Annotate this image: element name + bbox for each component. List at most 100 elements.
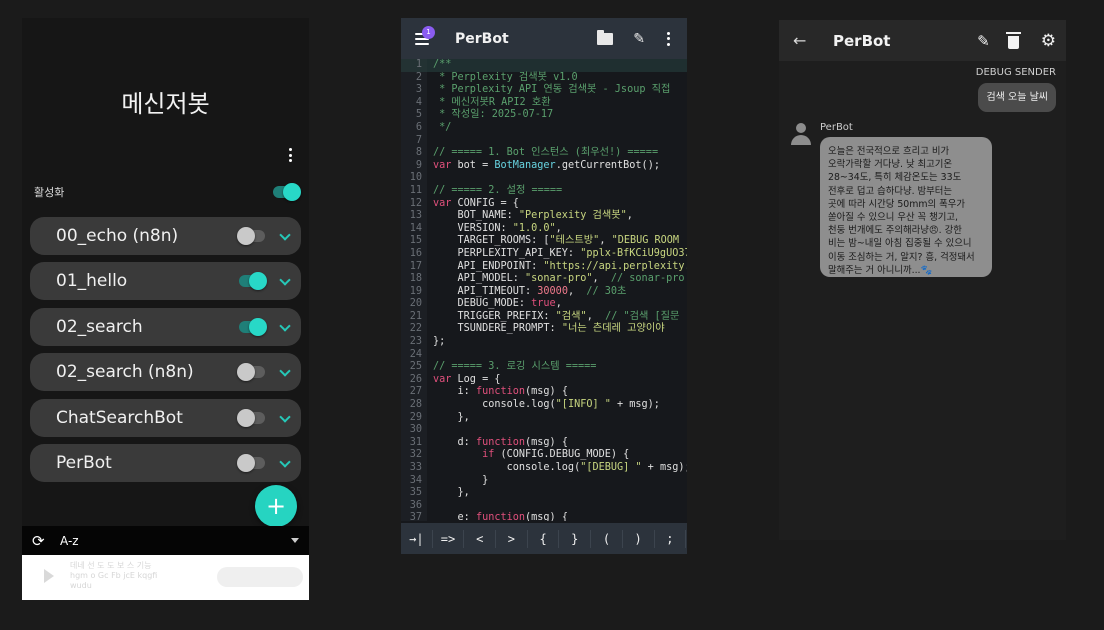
chevron-down-icon[interactable] [279, 366, 291, 378]
code-token: BotManager [494, 159, 556, 171]
bot-item[interactable]: 01_hello [30, 262, 301, 301]
symbol-key[interactable]: => [433, 529, 465, 548]
symbol-key[interactable]: ) [623, 529, 655, 548]
editor-title: PerBot [455, 30, 509, 47]
notification-badge: 1 [422, 25, 435, 39]
editor-more-icon[interactable] [667, 31, 671, 46]
code-text: // ===== 1. Bot 인스턴스 (최우선!) ===== [427, 147, 658, 160]
chat-toolbar: ← PerBot ✎ ⚙ [779, 20, 1066, 61]
bot-item[interactable]: 02_search [30, 307, 301, 346]
code-token: (msg) { [525, 386, 568, 398]
code-line: 10 [401, 172, 687, 185]
bot-item[interactable]: ChatSearchBot [30, 398, 301, 437]
code-token: , [599, 235, 612, 247]
more-options-icon[interactable] [283, 146, 297, 164]
sort-label[interactable]: A-z [60, 534, 291, 548]
code-token: if [482, 449, 495, 461]
bot-name: PerBot [56, 452, 112, 473]
symbol-key[interactable]: { [528, 529, 560, 548]
bot-reply-bubble: 오늘은 전국적으로 흐리고 비가 오락가락할 거다냥. 낮 최고기온 28~34… [820, 137, 992, 277]
chevron-down-icon[interactable] [279, 412, 291, 424]
chevron-down-icon[interactable] [279, 457, 291, 469]
bot-item[interactable]: 02_search (n8n) [30, 353, 301, 392]
code-token: "Perplexity 검색봇" [518, 210, 627, 222]
code-area[interactable]: 1/** 2 * Perplexity 검색봇 v1.0 3 * Perplexit… [401, 59, 687, 521]
chevron-down-icon[interactable] [279, 230, 291, 242]
line-number: 37 [401, 512, 427, 521]
line-number: 3 [401, 84, 427, 97]
chevron-down-icon[interactable] [279, 275, 291, 287]
symbol-key[interactable]: } [559, 529, 592, 548]
edit-icon[interactable]: ✎ [633, 31, 645, 47]
back-arrow-icon[interactable]: ← [793, 31, 809, 50]
symbol-key[interactable]: ; [655, 529, 687, 548]
ad-banner[interactable]: 데네 선 도 도 보 스 기능 hgm o Gc Fb jcE kqgfi wu… [22, 555, 309, 600]
code-text: * Perplexity API 연동 검색봇 - Jsoup 직접 [427, 84, 670, 97]
bot-toggle[interactable] [237, 227, 265, 245]
chat-screen: ← PerBot ✎ ⚙ DEBUG SENDER 검색 오늘 날씨 PerBo… [779, 20, 1066, 540]
trash-icon[interactable] [1005, 31, 1021, 49]
line-number: 6 [401, 121, 427, 135]
code-line: 20 DEBUG_MODE: true, [401, 298, 687, 311]
code-line: 25 // ===== 3. 로깅 시스템 ===== [401, 361, 687, 374]
code-token: , [567, 285, 587, 297]
code-text: var CONFIG = { [427, 198, 519, 211]
code-line: 24 [401, 348, 687, 362]
code-token: , [592, 273, 611, 285]
code-token: }, [433, 411, 470, 423]
folder-icon[interactable] [597, 29, 614, 45]
symbol-key[interactable]: > [496, 529, 528, 548]
code-token: console.log( [433, 399, 556, 411]
symbol-key[interactable]: →| [401, 529, 433, 548]
line-number: 14 [401, 222, 427, 236]
menu-icon[interactable]: 1 [415, 25, 435, 45]
code-token: // ===== 2. 설정 ===== [433, 184, 563, 196]
ad-action-button[interactable] [217, 567, 303, 587]
code-token: (msg) { [525, 436, 568, 448]
refresh-icon[interactable]: ⟳ [32, 532, 48, 550]
code-line: 16 PERPLEXITY_API_KEY: "pplx-BfKCiU9gUO3… [401, 247, 687, 261]
code-token: console.log( [433, 462, 581, 473]
gear-icon[interactable]: ⚙ [1041, 31, 1056, 51]
line-number: 7 [401, 134, 427, 148]
code-line: 34 } [401, 474, 687, 488]
code-line: 37 e: function(msg) { [401, 512, 687, 521]
code-text: // ===== 2. 설정 ===== [427, 185, 562, 198]
code-token: PERPLEXITY_API_KEY: [433, 247, 581, 259]
code-text: * Perplexity 검색봇 v1.0 [427, 72, 578, 85]
code-text: }, [427, 412, 470, 425]
code-token: } [433, 474, 489, 486]
symbol-key[interactable]: < [464, 529, 497, 548]
code-text: VERSION: "1.0.0", [427, 223, 562, 236]
code-token: */ [433, 121, 452, 133]
line-number: 28 [401, 399, 427, 412]
bot-item[interactable]: PerBot [30, 443, 301, 482]
code-line: 8 // ===== 1. Bot 인스턴스 (최우선!) ===== [401, 147, 687, 160]
code-token: var [433, 373, 452, 385]
sort-dropdown-icon[interactable] [291, 538, 299, 543]
chat-title: PerBot [833, 31, 891, 50]
chevron-down-icon[interactable] [279, 321, 291, 333]
code-token: function [475, 436, 526, 448]
add-bot-button[interactable]: + [255, 485, 297, 527]
symbol-key[interactable]: ( [591, 529, 623, 548]
code-token: Log = { [451, 373, 501, 385]
bot-toggle[interactable] [237, 408, 265, 427]
bot-toggle[interactable] [239, 272, 267, 291]
code-token: /** [433, 59, 452, 70]
code-token: API_ENDPOINT: [433, 260, 544, 272]
code-line: 17 API_ENDPOINT: "https://api.perplexity… [401, 260, 687, 274]
line-number: 33 [401, 462, 427, 475]
line-number: 13 [401, 210, 427, 223]
bot-item[interactable]: 00_echo (n8n) [30, 217, 301, 255]
line-number: 25 [401, 361, 427, 374]
code-token: TRIGGER_PREFIX: [433, 310, 556, 322]
code-line: 5 * 작성일: 2025-07-17 [401, 109, 687, 122]
edit-icon[interactable]: ✎ [977, 32, 990, 50]
code-token: "검색" [555, 310, 587, 322]
global-active-toggle[interactable] [273, 183, 301, 201]
bot-toggle[interactable] [237, 363, 265, 382]
bot-toggle[interactable] [237, 453, 265, 472]
bot-toggle[interactable] [239, 317, 267, 336]
